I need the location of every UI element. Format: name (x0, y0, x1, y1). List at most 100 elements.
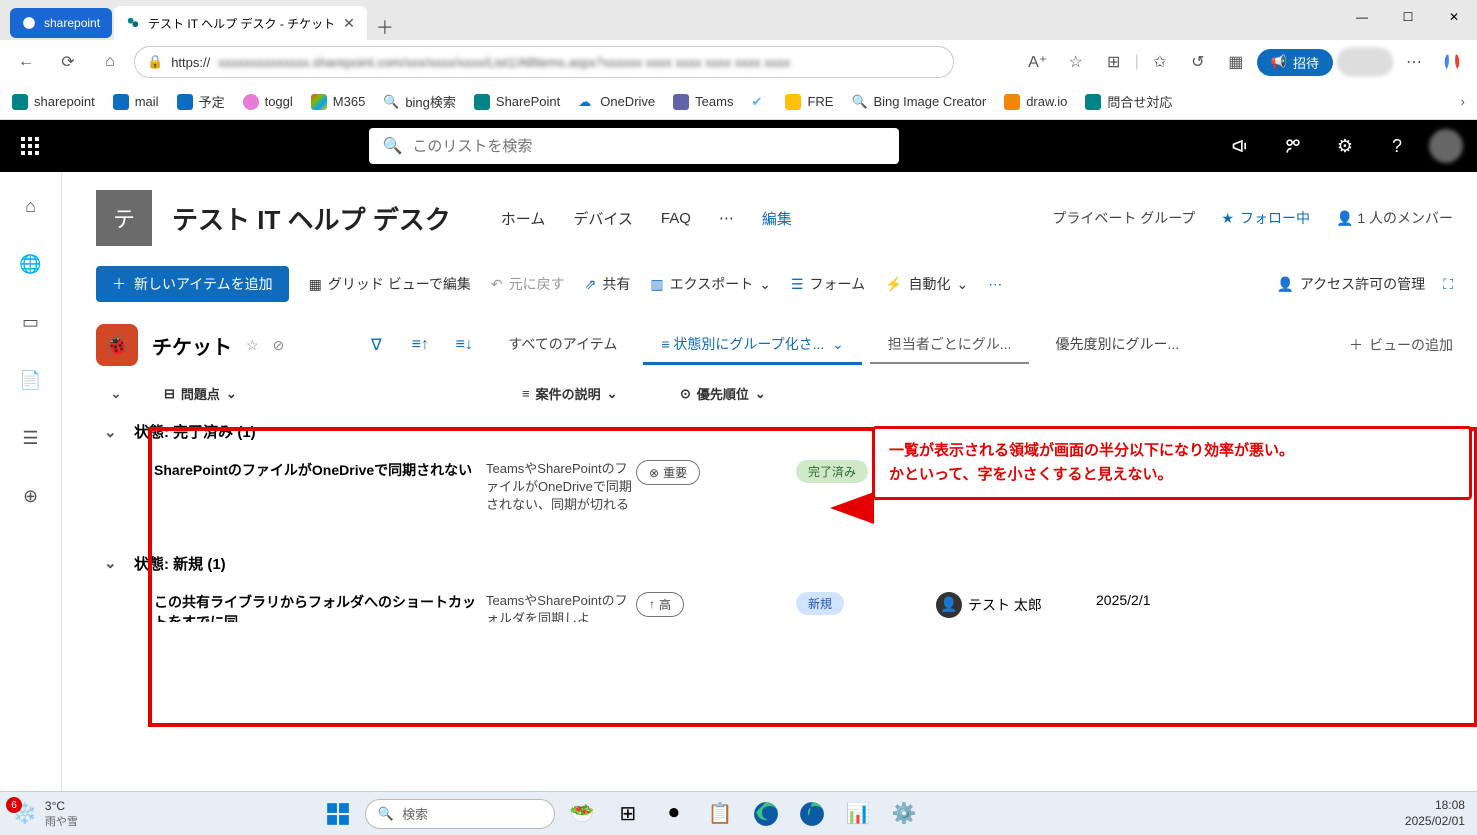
extensions-icon[interactable]: ⊞ (1097, 45, 1131, 79)
list-verified-icon[interactable]: ⊘ (273, 337, 285, 354)
browser-profile[interactable] (1337, 48, 1393, 76)
nav-more-icon[interactable]: ⋯ (719, 209, 734, 227)
site-tile[interactable]: テ (96, 190, 152, 246)
history-icon[interactable]: ↺ (1181, 45, 1215, 79)
nav-home[interactable]: ホーム (501, 208, 546, 229)
view-all-items[interactable]: すべてのアイテム (490, 326, 635, 365)
undo-icon: ↶ (491, 276, 503, 293)
members-count[interactable]: 👤 1 人のメンバー (1336, 208, 1453, 228)
fav-onedrive[interactable]: ☁OneDrive (578, 94, 655, 110)
nav-refresh-button[interactable]: ⟳ (50, 44, 86, 80)
sort-asc-icon[interactable]: ≡↑ (402, 327, 438, 363)
help-icon[interactable]: ? (1377, 126, 1417, 166)
nav-back-button[interactable]: ← (8, 44, 44, 80)
fav-calendar[interactable]: 予定 (177, 92, 225, 111)
fav-toggl[interactable]: toggl (243, 94, 293, 110)
column-issue[interactable]: ⊟ 問題点 ⌄ (164, 384, 514, 403)
start-button[interactable] (319, 795, 357, 833)
fav-fre[interactable]: FRE (785, 94, 833, 110)
taskbar-chart-icon[interactable]: 📊 (839, 795, 877, 833)
rail-add-icon[interactable]: ⊕ (11, 476, 51, 516)
rail-home-icon[interactable]: ⌂ (11, 186, 51, 226)
taskbar-taskview-icon[interactable]: ⊞ (609, 795, 647, 833)
undo-button: ↶ 元に戻す (491, 274, 565, 294)
automate-button[interactable]: ⚡ 自動化 ⌄ (885, 274, 968, 294)
user-avatar[interactable] (1429, 129, 1463, 163)
more-menu-icon[interactable]: ⋯ (1397, 45, 1431, 79)
new-item-button[interactable]: ＋ 新しいアイテムを追加 (96, 266, 289, 302)
fav-drawio[interactable]: draw.io (1004, 94, 1067, 110)
suite-search[interactable]: 🔍 (369, 128, 899, 164)
fav-bing-creator[interactable]: 🔍Bing Image Creator (851, 94, 986, 110)
window-close[interactable]: ✕ (1431, 0, 1477, 34)
fav-check[interactable]: ✔ (751, 94, 767, 110)
collections-icon[interactable]: ▦ (1219, 45, 1253, 79)
following-button[interactable]: ★ フォロー中 (1221, 208, 1310, 228)
taskbar-settings-icon[interactable]: ⚙️ (885, 795, 923, 833)
permissions-button[interactable]: 👤 アクセス許可の管理 (1276, 274, 1425, 294)
taskbar-notes-icon[interactable]: 📋 (701, 795, 739, 833)
favorite-star-icon[interactable]: ☆ (1059, 45, 1093, 79)
fav-teams[interactable]: Teams (673, 94, 733, 110)
taskbar-obs-icon[interactable]: ⏺ (655, 795, 693, 833)
chevron-down-icon[interactable]: ⌄ (104, 554, 134, 572)
rail-list-icon[interactable]: ☰ (11, 418, 51, 458)
taskbar-clock[interactable]: 18:08 2025/02/01 (1405, 798, 1465, 829)
sort-desc-icon[interactable]: ≡↓ (446, 327, 482, 363)
view-grouped-status[interactable]: ≡ 状態別にグループ化さ... ⌄ (643, 326, 861, 365)
nav-edit[interactable]: 編集 (762, 208, 792, 229)
window-maximize[interactable]: ☐ (1385, 0, 1431, 34)
nav-device[interactable]: デバイス (573, 208, 633, 229)
choice-icon: ⊙ (680, 386, 691, 402)
fav-inquiry[interactable]: 問合せ対応 (1085, 92, 1172, 111)
rail-file-icon[interactable]: 📄 (11, 360, 51, 400)
invite-button[interactable]: 📢 招待 (1257, 49, 1333, 76)
export-button[interactable]: ▥ エクスポート ⌄ (650, 274, 771, 294)
new-tab-button[interactable]: ＋ (369, 14, 401, 40)
address-bar[interactable]: 🔒 https:// xxxxxxxxxxxxxx.sharepoint.com… (134, 46, 954, 78)
fav-sharepoint[interactable]: sharepoint (12, 94, 95, 110)
grid-edit-button[interactable]: ▦ グリッド ビューで編集 (309, 274, 471, 294)
list-favorite-icon[interactable]: ☆ (246, 337, 259, 354)
copilot-icon[interactable] (1435, 45, 1469, 79)
tab-active[interactable]: テスト IT ヘルプ デスク - チケット ✕ (114, 6, 367, 40)
rail-globe-icon[interactable]: 🌐 (11, 244, 51, 284)
fav-sharepoint2[interactable]: SharePoint (474, 94, 560, 110)
favorites-icon[interactable]: ✩ (1143, 45, 1177, 79)
filter-icon[interactable]: ∇ (358, 327, 394, 363)
suite-search-input[interactable] (412, 138, 884, 155)
nav-home-button[interactable]: ⌂ (92, 44, 128, 80)
taskbar-widget-icon[interactable]: 🥗 (563, 795, 601, 833)
window-minimize[interactable]: — (1339, 0, 1385, 34)
favorites-overflow[interactable]: › (1461, 94, 1465, 109)
nav-faq[interactable]: FAQ (661, 210, 691, 227)
tab-active-label: テスト IT ヘルプ デスク - チケット (148, 15, 335, 32)
read-aloud-icon[interactable]: A⁺ (1021, 45, 1055, 79)
add-view-button[interactable]: ＋ ビューの追加 (1349, 335, 1453, 355)
view-grouped-priority[interactable]: 優先度別にグルー... (1037, 326, 1197, 365)
expand-icon[interactable]: ⛶ (1443, 276, 1453, 293)
taskbar-weather[interactable]: ❄️6 3°C 雨や雪 (12, 799, 78, 829)
settings-icon[interactable]: ⚙ (1325, 126, 1365, 166)
view-grouped-assignee[interactable]: 担当者ごとにグル... (870, 326, 1030, 364)
immersive-reader-icon[interactable] (1273, 126, 1313, 166)
fav-m365[interactable]: M365 (311, 94, 366, 110)
form-button[interactable]: ☰ フォーム (791, 274, 865, 294)
rail-news-icon[interactable]: ▭ (11, 302, 51, 342)
annotation-line2: かといって、字を小さくすると見えない。 (889, 463, 1455, 487)
chevron-down-icon[interactable]: ⌄ (104, 423, 134, 441)
taskbar-edge-icon[interactable] (747, 795, 785, 833)
fav-mail[interactable]: mail (113, 94, 159, 110)
fav-bing[interactable]: 🔍bing検索 (383, 92, 456, 111)
taskbar-edge2-icon[interactable] (793, 795, 831, 833)
megaphone-icon[interactable] (1221, 126, 1261, 166)
cmd-more-icon[interactable]: ⋯ (988, 276, 1002, 293)
collapse-all-icon[interactable]: ⌄ (96, 386, 136, 402)
column-description[interactable]: ≡ 案件の説明 ⌄ (522, 384, 672, 403)
tab-pinned-sharepoint[interactable]: sharepoint (10, 8, 112, 38)
column-priority[interactable]: ⊙ 優先順位 ⌄ (680, 384, 840, 403)
app-launcher-icon[interactable] (14, 130, 46, 162)
tab-close-icon[interactable]: ✕ (343, 15, 355, 32)
share-button[interactable]: ⇗ 共有 (585, 274, 631, 294)
taskbar-search[interactable]: 🔍 検索 (365, 799, 555, 829)
